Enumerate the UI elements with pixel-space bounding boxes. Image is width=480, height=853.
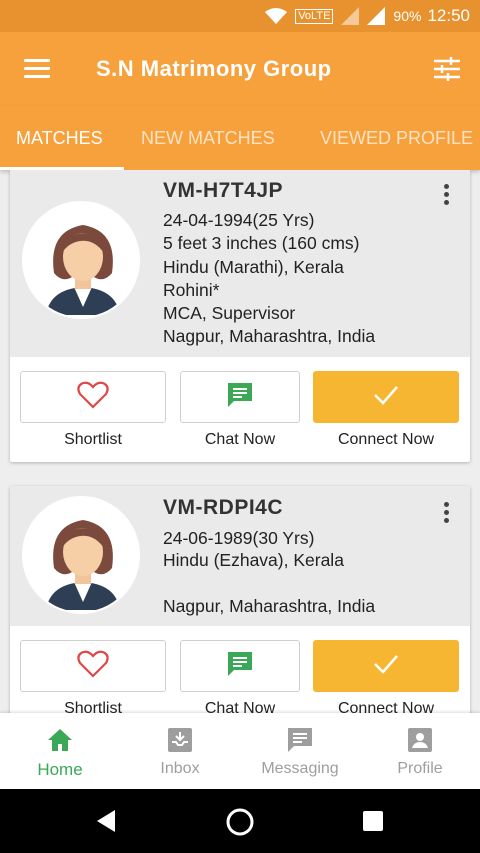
chat-icon	[226, 650, 254, 683]
nav-home[interactable]: Home	[0, 713, 120, 789]
app-title: S.N Matrimony Group	[96, 56, 332, 81]
bottom-navigation: Home Inbox Messaging Profile	[0, 713, 480, 789]
avatar-female[interactable]	[22, 496, 140, 614]
tab-new-matches[interactable]: NEW MATCHES	[141, 128, 275, 149]
shortlist-button[interactable]	[20, 371, 166, 423]
profile-dob-age: 24-06-1989(30 Yrs)	[163, 528, 315, 548]
profile-religion-state: Hindu (Marathi), Kerala	[163, 257, 344, 277]
nav-inbox[interactable]: Inbox	[120, 713, 240, 789]
profile-education-occupation: MCA, Supervisor	[163, 303, 296, 323]
connect-now-button[interactable]	[313, 371, 459, 423]
profile-actions: Shortlist Chat Now Connect Now	[10, 357, 470, 462]
profile-summary[interactable]: VM-H7T4JP 24-04-1994(25 Yrs) 5 feet 3 in…	[10, 170, 470, 357]
profile-card[interactable]: VM-H7T4JP 24-04-1994(25 Yrs) 5 feet 3 in…	[10, 170, 470, 462]
back-icon[interactable]	[95, 809, 117, 838]
shortlist-label[interactable]: Shortlist	[20, 700, 166, 713]
profile-location: Nagpur, Maharashtra, India	[163, 326, 376, 346]
connect-now-label[interactable]: Connect Now	[313, 431, 459, 449]
profile-summary[interactable]: VM-RDPI4C 24-06-1989(30 Yrs) Hindu (Ezha…	[10, 486, 470, 626]
home-circle-icon[interactable]	[225, 807, 255, 842]
profile-star: Rohini*	[163, 280, 220, 300]
more-options-icon[interactable]	[444, 502, 450, 526]
shortlist-label[interactable]: Shortlist	[20, 431, 166, 449]
nav-profile-label: Profile	[397, 760, 443, 777]
clock: 12:50	[427, 6, 470, 25]
profile-location: Nagpur, Maharashtra, India	[163, 596, 376, 616]
wifi-icon	[265, 8, 288, 24]
chat-now-label[interactable]: Chat Now	[180, 431, 300, 449]
profile-id[interactable]: VM-H7T4JP	[163, 179, 283, 203]
volte-badge: VoLTE	[295, 8, 334, 24]
connect-now-label[interactable]: Connect Now	[313, 700, 459, 713]
system-navigation-bar	[0, 789, 480, 853]
profile-dob-age: 24-04-1994(25 Yrs)	[163, 210, 315, 230]
profile-height: 5 feet 3 inches (160 cms)	[163, 233, 360, 253]
battery-level: 90%	[393, 8, 422, 24]
profile-card[interactable]: VM-RDPI4C 24-06-1989(30 Yrs) Hindu (Ezha…	[10, 486, 470, 713]
profile-id[interactable]: VM-RDPI4C	[163, 496, 283, 520]
tab-viewed-profile[interactable]: VIEWED PROFILE	[320, 128, 473, 149]
profile-religion-state: Hindu (Ezhava), Kerala	[163, 550, 344, 570]
nav-profile[interactable]: Profile	[360, 713, 480, 789]
nav-messaging-label: Messaging	[261, 760, 339, 777]
status-bar: VoLTE 90% 12:50	[0, 0, 480, 32]
message-icon	[287, 727, 313, 753]
profile-icon	[407, 727, 433, 753]
chat-now-label[interactable]: Chat Now	[180, 700, 300, 713]
signal-weak-icon	[341, 7, 360, 25]
tab-matches[interactable]: MATCHES	[16, 128, 103, 149]
connect-now-button[interactable]	[313, 640, 459, 692]
recents-icon[interactable]	[363, 811, 383, 836]
chat-icon	[226, 381, 254, 414]
shortlist-button[interactable]	[20, 640, 166, 692]
chat-now-button[interactable]	[180, 640, 300, 692]
heart-icon	[77, 381, 109, 414]
home-icon	[47, 727, 73, 753]
checkmark-icon	[372, 653, 400, 680]
nav-home-label: Home	[37, 760, 83, 779]
menu-icon[interactable]	[24, 59, 50, 79]
chat-now-button[interactable]	[180, 371, 300, 423]
app-bar: S.N Matrimony Group	[0, 32, 480, 106]
profile-actions: Shortlist Chat Now Connect Now	[10, 626, 470, 713]
nav-messaging[interactable]: Messaging	[240, 713, 360, 789]
filter-sliders-icon[interactable]	[434, 57, 460, 81]
nav-inbox-label: Inbox	[160, 760, 200, 777]
match-list[interactable]: VM-H7T4JP 24-04-1994(25 Yrs) 5 feet 3 in…	[0, 170, 480, 713]
signal-icon	[367, 7, 386, 25]
tab-bar: MATCHES NEW MATCHES VIEWED PROFILE	[0, 106, 480, 170]
more-options-icon[interactable]	[444, 184, 450, 208]
inbox-icon	[167, 727, 193, 753]
avatar-female[interactable]	[22, 201, 140, 319]
checkmark-icon	[372, 384, 400, 411]
heart-icon	[77, 650, 109, 683]
